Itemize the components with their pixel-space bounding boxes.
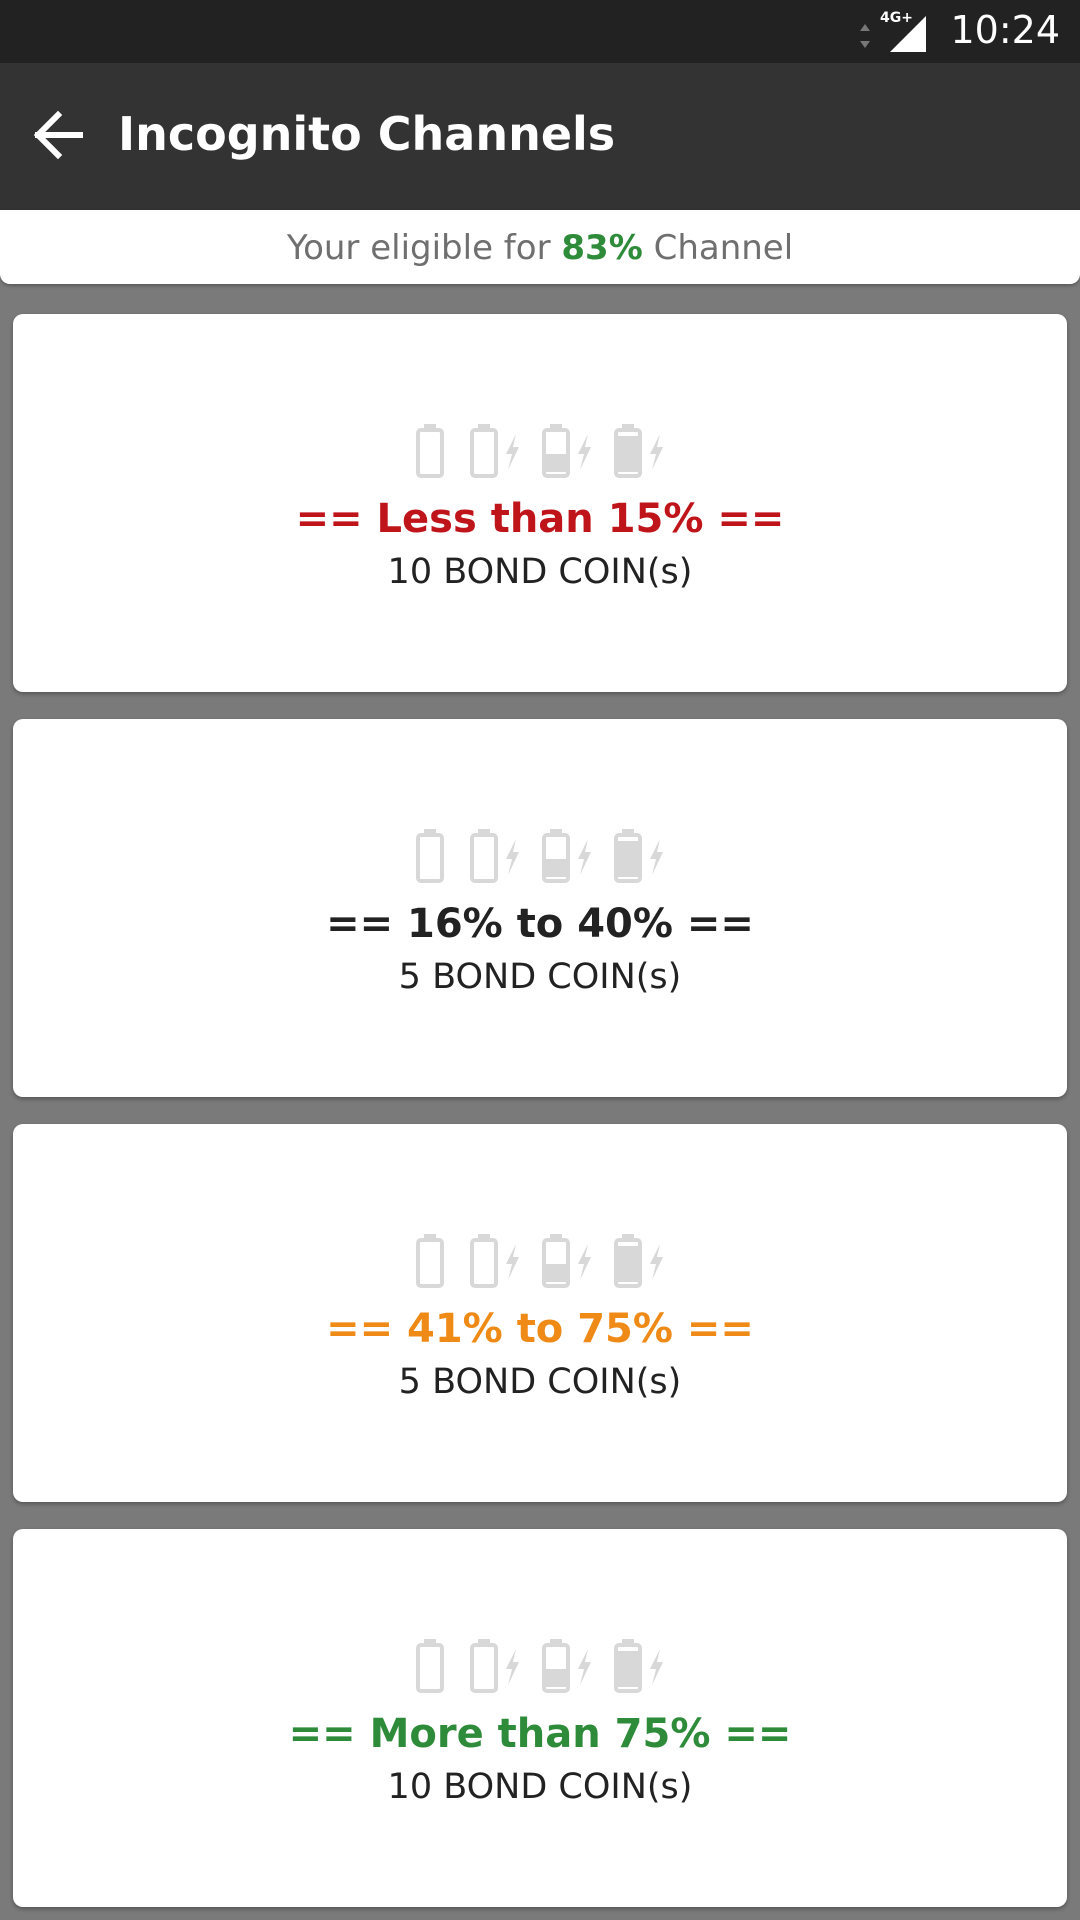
arrow-back-icon bbox=[33, 110, 83, 160]
channel-card-less-than-15[interactable]: == Less than 15% == 10 BOND COIN(s) bbox=[13, 314, 1067, 692]
data-activity-icon bbox=[860, 24, 870, 48]
battery-charging-low-icon bbox=[470, 424, 519, 478]
app-bar: Incognito Channels bbox=[0, 63, 1080, 210]
eligibility-banner: Your eligible for 83% Channel bbox=[0, 210, 1080, 284]
battery-icons bbox=[13, 424, 1067, 482]
eligibility-percent: 83% bbox=[561, 228, 643, 268]
card-title: == More than 75% == bbox=[288, 1711, 792, 1757]
card-coins: 5 BOND COIN(s) bbox=[398, 1362, 682, 1402]
battery-charging-low-icon bbox=[470, 829, 519, 883]
battery-charging-full-icon bbox=[614, 1234, 663, 1288]
battery-charging-half-icon bbox=[542, 424, 591, 478]
status-time: 10:24 bbox=[950, 8, 1060, 52]
battery-icons bbox=[13, 829, 1067, 887]
card-title: == 41% to 75% == bbox=[326, 1306, 754, 1352]
signal-icon bbox=[890, 16, 926, 52]
card-coins: 10 BOND COIN(s) bbox=[387, 552, 693, 592]
battery-charging-full-icon bbox=[614, 829, 663, 883]
battery-charging-half-icon bbox=[542, 1234, 591, 1288]
eligibility-prefix: Your eligible for bbox=[286, 228, 562, 268]
battery-icons bbox=[13, 1639, 1067, 1697]
card-coins: 5 BOND COIN(s) bbox=[398, 957, 682, 997]
card-title: == 16% to 40% == bbox=[326, 901, 754, 947]
eligibility-suffix: Channel bbox=[642, 228, 794, 268]
battery-charging-half-icon bbox=[542, 829, 591, 883]
battery-charging-full-icon bbox=[614, 424, 663, 478]
channel-card-more-than-75[interactable]: == More than 75% == 10 BOND COIN(s) bbox=[13, 1529, 1067, 1907]
battery-charging-low-icon bbox=[470, 1234, 519, 1288]
battery-charging-full-icon bbox=[614, 1639, 663, 1693]
battery-icons bbox=[13, 1234, 1067, 1292]
status-bar: 4G+ 10:24 bbox=[0, 0, 1080, 63]
card-coins: 10 BOND COIN(s) bbox=[387, 1767, 693, 1807]
card-title: == Less than 15% == bbox=[295, 496, 785, 542]
network-indicator: 4G+ bbox=[858, 10, 928, 54]
battery-empty-icon bbox=[416, 829, 444, 883]
channel-card-41-to-75[interactable]: == 41% to 75% == 5 BOND COIN(s) bbox=[13, 1124, 1067, 1502]
battery-empty-icon bbox=[416, 1639, 444, 1693]
battery-empty-icon bbox=[416, 424, 444, 478]
battery-empty-icon bbox=[416, 1234, 444, 1288]
back-button[interactable] bbox=[28, 103, 92, 167]
battery-charging-low-icon bbox=[470, 1639, 519, 1693]
battery-charging-half-icon bbox=[542, 1639, 591, 1693]
channel-card-16-to-40[interactable]: == 16% to 40% == 5 BOND COIN(s) bbox=[13, 719, 1067, 1097]
page-title: Incognito Channels bbox=[118, 107, 616, 161]
